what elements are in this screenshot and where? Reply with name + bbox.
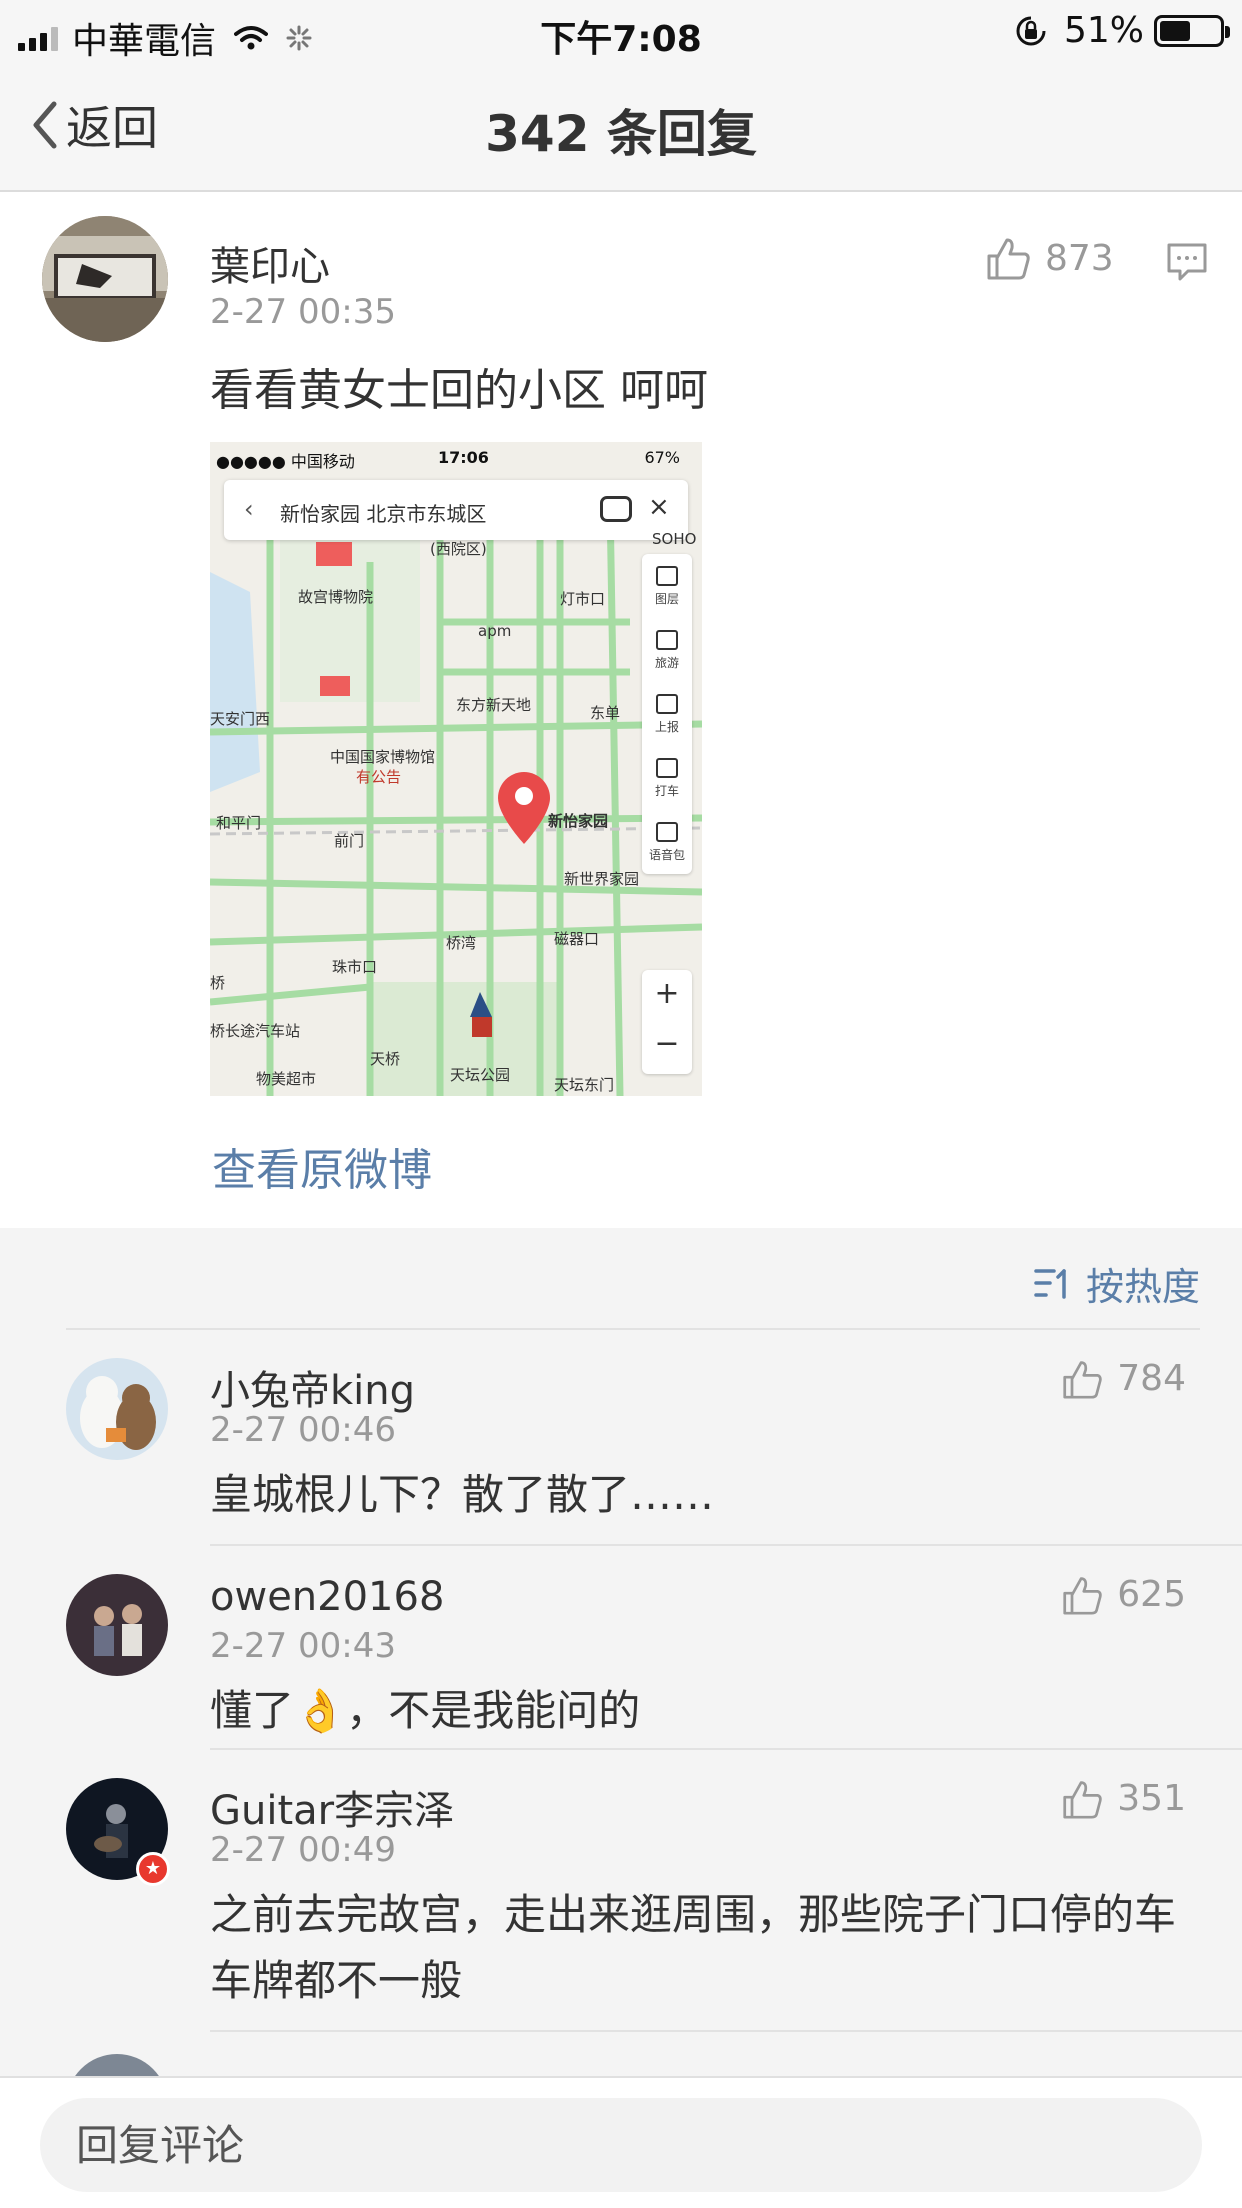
location-pin-icon xyxy=(498,772,550,844)
map-zoom-control: + − xyxy=(642,970,692,1074)
map-status-bar: ●●●●● 中国移动 17:06 67% xyxy=(216,448,680,471)
reply-text: 皇城根儿下？散了散了…… xyxy=(210,1470,715,1519)
reply-time: 2-27 00:43 xyxy=(210,1626,396,1666)
comment-icon[interactable] xyxy=(1166,242,1208,282)
map-label: 故宫博物院 xyxy=(298,588,374,606)
divider xyxy=(210,2030,1242,2032)
divider xyxy=(210,1544,1242,1546)
thumbs-up-icon xyxy=(987,238,1030,280)
map-label: 和平门 xyxy=(216,814,262,832)
bottom-bar xyxy=(0,2076,1242,2208)
reply-item: 小兔帝king 2-27 00:46 皇城根儿下？散了散了…… 784 xyxy=(0,1358,1242,1519)
status-bar: 中華電信 下午7:08 51% xyxy=(0,0,1242,62)
map-label: 天坛公园 xyxy=(450,1066,511,1084)
author-name[interactable]: 葉印心 xyxy=(210,234,330,292)
like-button[interactable]: 351 xyxy=(1061,1778,1186,1819)
map-label: 新世界家园 xyxy=(564,870,640,888)
reply-text: 之前去完故宫，走出来逛周围，那些院子门口停的车车牌都不一般 xyxy=(210,1890,1177,2005)
map-search-bar: ‹ 新怡家园 北京市东城区 × xyxy=(224,480,688,540)
rotation-lock-icon xyxy=(1016,16,1046,45)
reply-comment-input[interactable] xyxy=(40,2098,1202,2192)
divider xyxy=(66,1328,1200,1330)
map-search-text: 新怡家园 北京市东城区 xyxy=(280,502,487,526)
chevron-left-icon: ‹ xyxy=(244,495,254,523)
like-button[interactable]: 625 xyxy=(1061,1574,1186,1615)
map-label: 新怡家园 xyxy=(548,812,609,830)
original-comment: 葉印心 2-27 00:35 873 看看黄女士回的小区 呵呵 ●●●●● 中国… xyxy=(0,194,1242,1226)
map-label: (西院区) xyxy=(430,540,487,558)
map-label: 天安门西 xyxy=(210,710,271,728)
battery-percent: 51% xyxy=(1063,10,1144,51)
map-label: 磁器口 xyxy=(554,930,600,948)
reply-list: 按热度 小兔帝king 2-27 00:46 皇城根儿下？散了散了…… 784 xyxy=(0,1228,1242,2156)
thumbs-up-icon xyxy=(1063,1576,1102,1615)
zoom-out-icon: − xyxy=(654,1026,680,1061)
map-tool-voice: 语音包 xyxy=(642,810,692,874)
sort-label: 按热度 xyxy=(1085,1265,1200,1309)
thumbs-up-icon xyxy=(1063,1780,1102,1819)
avatar[interactable] xyxy=(66,1358,168,1460)
nav-bar: 返回 342 条回复 xyxy=(0,62,1242,192)
reply-item: ★ Guitar李宗泽 2-27 00:49 之前去完故宫，走出来逛周围，那些院… xyxy=(0,1778,1242,2005)
page-title: 342 条回复 xyxy=(485,105,757,163)
reply-author[interactable]: 小兔帝king xyxy=(210,1358,415,1416)
map-label: 天坛东门 xyxy=(554,1076,615,1094)
map-label: 灯市口 xyxy=(560,590,606,608)
like-button[interactable]: 873 xyxy=(985,236,1114,280)
like-button[interactable]: 784 xyxy=(1061,1358,1186,1399)
like-count: 784 xyxy=(1117,1358,1186,1399)
map-label: 桥长途汽车站 xyxy=(210,1022,301,1040)
map-label: SOHO xyxy=(652,530,697,548)
map-label: apm xyxy=(478,622,512,640)
robot-icon xyxy=(600,496,632,522)
divider xyxy=(210,1748,1242,1750)
map-label: 中国国家博物馆 xyxy=(330,748,436,766)
map-label: 桥湾 xyxy=(446,934,477,952)
timestamp: 2-27 00:35 xyxy=(210,292,396,332)
map-label: 东方新天地 xyxy=(456,696,532,714)
map-tool-report: 上报 xyxy=(642,682,692,746)
map-tool-travel: 旅游 xyxy=(642,618,692,682)
battery-icon xyxy=(1154,14,1230,47)
avatar[interactable] xyxy=(42,216,168,342)
sort-icon xyxy=(1034,1268,1066,1299)
map-toolbar: 图层 旅游 上报 打车 语音包 xyxy=(642,554,692,874)
zoom-in-icon: + xyxy=(654,976,680,1011)
verified-badge-icon: ★ xyxy=(136,1852,170,1886)
thumbs-up-icon xyxy=(1063,1360,1102,1399)
close-icon: × xyxy=(648,492,670,522)
map-label: 珠市口 xyxy=(332,958,378,976)
avatar[interactable] xyxy=(66,1574,168,1676)
attached-map-image[interactable]: ●●●●● 中国移动 17:06 67% ‹ 新怡家园 北京市东城区 × 图层 … xyxy=(210,442,702,1096)
map-label: 东单 xyxy=(590,704,621,722)
reply-item: owen20168 2-27 00:43 懂了👌，不是我能问的 625 xyxy=(0,1574,1242,1735)
status-right: 51% xyxy=(1014,10,1230,51)
like-count: 625 xyxy=(1117,1574,1186,1615)
map-label: 天桥 xyxy=(370,1050,401,1068)
map-tool-taxi: 打车 xyxy=(642,746,692,810)
map-tool-layers: 图层 xyxy=(642,554,692,618)
map-label: 物美超市 xyxy=(256,1070,317,1088)
map-label: 前门 xyxy=(334,832,365,850)
reply-author[interactable]: owen20168 xyxy=(210,1574,444,1620)
like-count: 351 xyxy=(1117,1778,1186,1819)
like-count: 873 xyxy=(1045,237,1114,279)
map-label: 桥 xyxy=(210,974,226,992)
reply-time: 2-27 00:46 xyxy=(210,1410,396,1450)
view-original-link[interactable]: 查看原微博 xyxy=(212,1134,432,1198)
reply-author[interactable]: Guitar李宗泽 xyxy=(210,1778,454,1836)
map-label: 有公告 xyxy=(356,768,402,786)
reply-text: 懂了👌，不是我能问的 xyxy=(210,1686,641,1735)
comment-text: 看看黄女士回的小区 呵呵 xyxy=(210,365,708,416)
sort-by-hot-button[interactable]: 按热度 xyxy=(1034,1256,1200,1311)
reply-time: 2-27 00:49 xyxy=(210,1830,396,1870)
